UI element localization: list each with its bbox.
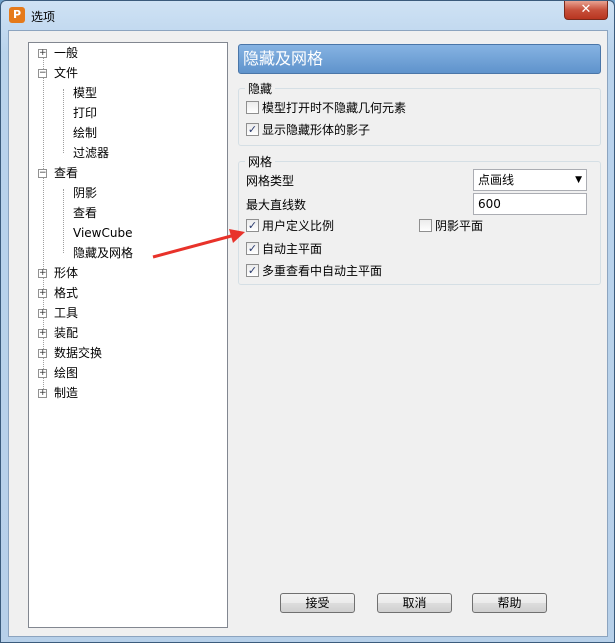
option-user-scale[interactable]: ✓ 用户定义比例: [246, 219, 334, 235]
option-label: 多重查看中自动主平面: [262, 264, 383, 278]
option-multi-view-auto-plane[interactable]: ✓ 多重查看中自动主平面: [246, 264, 382, 280]
grid-type-label: 网格类型: [246, 174, 295, 188]
tree-item-label: 绘制: [73, 126, 98, 140]
tree-item-label: 隐藏及网格: [73, 246, 134, 260]
checkbox[interactable]: [246, 101, 259, 114]
tree-item-label: 文件: [54, 66, 79, 80]
tree-item-manufacturing[interactable]: + 制造: [38, 384, 80, 402]
expand-icon[interactable]: +: [38, 309, 47, 318]
tree-item-model[interactable]: 模型: [71, 84, 99, 102]
tree-item-label: 格式: [54, 286, 79, 300]
grid-type-value: 点画线: [478, 173, 515, 187]
hide-groupbox: 隐藏 模型打开时不隐藏几何元素 ✓ 显示隐藏形体的影子: [238, 80, 601, 146]
option-label: 显示隐藏形体的影子: [262, 123, 371, 137]
tree-item-view-sub[interactable]: 查看: [71, 204, 99, 222]
tree-item-shadow[interactable]: 阴影: [71, 184, 99, 202]
tree-item-label: 打印: [73, 106, 98, 120]
app-icon: P: [9, 7, 25, 23]
options-tree: + 一般 − 文件 模型 打印 绘制 过滤器 − 查看 阴影 查看 ViewCu…: [28, 42, 228, 628]
option-no-hide-geometry[interactable]: 模型打开时不隐藏几何元素: [246, 101, 406, 117]
panel-title: 隐藏及网格: [238, 44, 601, 74]
tree-item-label: 模型: [73, 86, 98, 100]
tree-item-label: 一般: [54, 46, 79, 60]
checkbox[interactable]: [419, 219, 432, 232]
grid-group-title: 网格: [245, 153, 276, 170]
tree-item-viewcube[interactable]: ViewCube: [71, 224, 134, 242]
window-title: 选项: [31, 10, 56, 24]
expand-icon[interactable]: +: [38, 329, 47, 338]
tree-item-label: 查看: [73, 206, 98, 220]
tree-item-label: 查看: [54, 166, 79, 180]
grid-type-select[interactable]: 点画线 ▼: [473, 169, 587, 191]
expand-icon[interactable]: +: [38, 49, 47, 58]
collapse-icon[interactable]: −: [38, 69, 47, 78]
expand-icon[interactable]: +: [38, 369, 47, 378]
expand-icon[interactable]: +: [38, 289, 47, 298]
option-auto-main-plane[interactable]: ✓ 自动主平面: [246, 242, 322, 258]
option-label: 模型打开时不隐藏几何元素: [262, 101, 407, 115]
arrow-head: [229, 229, 245, 243]
max-lines-label: 最大直线数: [246, 198, 307, 212]
expand-icon[interactable]: +: [38, 389, 47, 398]
option-label: 自动主平面: [262, 242, 323, 256]
tree-item-hide-grid[interactable]: 隐藏及网格: [71, 244, 135, 262]
hide-group-title: 隐藏: [245, 80, 276, 97]
expand-icon[interactable]: +: [38, 349, 47, 358]
tree-item-general[interactable]: + 一般: [38, 44, 80, 62]
arrow-shaft: [152, 233, 236, 259]
tree-item-tools[interactable]: + 工具: [38, 304, 80, 322]
accept-button[interactable]: 接受: [280, 593, 355, 613]
tree-item-label: 数据交换: [54, 346, 103, 360]
tree-item-format[interactable]: + 格式: [38, 284, 80, 302]
option-shadow-plane[interactable]: 阴影平面: [419, 219, 483, 235]
grid-groupbox: 网格 网格类型 点画线 ▼ 最大直线数 600 ✓ 用户定义比例 阴影平面 ✓ 自动…: [238, 153, 601, 285]
title-bar[interactable]: P 选项 ✕: [1, 1, 614, 31]
cancel-button[interactable]: 取消: [377, 593, 452, 613]
checkbox-checked[interactable]: ✓: [246, 123, 259, 136]
max-lines-input[interactable]: 600: [473, 193, 587, 215]
help-button[interactable]: 帮助: [472, 593, 547, 613]
tree-item-label: 装配: [54, 326, 79, 340]
dialog-body: + 一般 − 文件 模型 打印 绘制 过滤器 − 查看 阴影 查看 ViewCu…: [8, 30, 608, 637]
option-show-hidden-shadow[interactable]: ✓ 显示隐藏形体的影子: [246, 123, 370, 139]
tree-item-label: 过滤器: [73, 146, 110, 160]
expand-icon[interactable]: +: [38, 269, 47, 278]
tree-item-drawing[interactable]: + 绘图: [38, 364, 80, 382]
tree-item-view[interactable]: − 查看: [38, 164, 80, 182]
dropdown-arrow-icon[interactable]: ▼: [575, 170, 582, 190]
tree-item-label: 制造: [54, 386, 79, 400]
tree-guide-line: [63, 189, 64, 253]
option-label: 用户定义比例: [262, 219, 335, 233]
collapse-icon[interactable]: −: [38, 169, 47, 178]
tree-item-label: 工具: [54, 306, 79, 320]
tree-item-label: 形体: [54, 266, 79, 280]
tree-item-assembly[interactable]: + 装配: [38, 324, 80, 342]
tree-item-label: 绘图: [54, 366, 79, 380]
close-button[interactable]: ✕: [564, 1, 608, 20]
options-dialog: P 选项 ✕ + 一般 − 文件 模型 打印 绘制 过滤器 − 查看 阴影 查看…: [0, 0, 615, 643]
option-label: 阴影平面: [435, 219, 484, 233]
annotation-arrow-icon: [152, 229, 245, 259]
tree-item-file[interactable]: − 文件: [38, 64, 80, 82]
tree-item-print[interactable]: 打印: [71, 104, 99, 122]
tree-item-filter[interactable]: 过滤器: [71, 144, 111, 162]
tree-item-label: ViewCube: [73, 226, 133, 240]
tree-guide-line: [63, 89, 64, 153]
tree-item-draw[interactable]: 绘制: [71, 124, 99, 142]
tree-item-shape[interactable]: + 形体: [38, 264, 80, 282]
tree-item-label: 阴影: [73, 186, 98, 200]
tree-item-data-exchange[interactable]: + 数据交换: [38, 344, 104, 362]
